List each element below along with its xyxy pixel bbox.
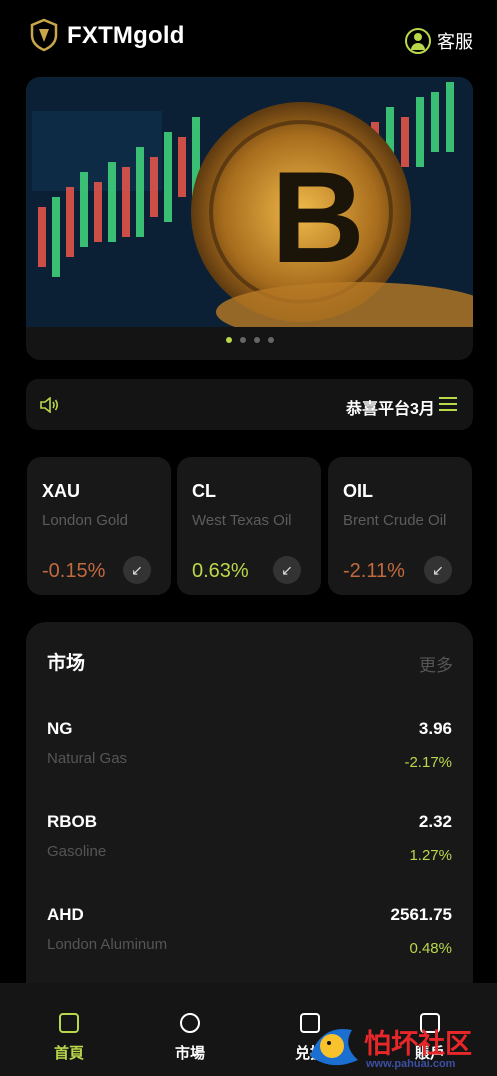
market-name: Natural Gas [47,750,128,767]
home-icon [59,1013,79,1033]
ticker-change: -2.11% [343,560,405,582]
promo-banner[interactable]: B [26,77,473,360]
ticker-card-oil[interactable]: OIL Brent Crude Oil -2.11% ↙ [328,457,472,595]
market-symbol: RBOB [47,812,98,831]
carousel-dot[interactable] [239,337,246,343]
carousel-dot[interactable] [225,337,232,343]
market-price: 2561.75 [390,905,452,924]
chart-icon [180,1013,200,1033]
notice-text: 恭喜平台3月 [346,401,435,418]
market-title: 市场 [47,653,86,674]
market-symbol: AHD [47,905,84,924]
ticker-name: West Texas Oil [192,512,292,529]
market-change: 1.27% [409,847,452,864]
support-label: 客服 [437,32,473,52]
nav-label: 首頁 [53,1045,84,1062]
market-name: London Aluminum [47,936,168,953]
speaker-icon [40,397,59,413]
market-row[interactable]: NG Natural Gas 3.96 -2.17% [47,719,452,799]
market-price: 3.96 [418,719,452,738]
ticker-symbol: OIL [343,481,373,501]
arrow-down-left-icon[interactable]: ↙ [424,556,452,584]
market-panel: 市场 更多 NG Natural Gas 3.96 -2.17% RBOB Ga… [26,622,473,1002]
watermark-url: www.pahuai.com [366,1058,456,1070]
user-circle-icon [405,28,431,54]
market-change: -2.17% [404,754,452,771]
ticker-symbol: XAU [42,481,81,501]
ticker-change: -0.15% [42,560,106,582]
carousel-dot[interactable] [267,337,274,343]
bitcoin-chart-image: B [26,77,473,327]
market-symbol: NG [47,719,73,738]
ticker-name: Brent Crude Oil [343,512,447,529]
nav-market[interactable]: 市場 [150,983,230,1076]
support-button[interactable]: 客服 [405,28,473,54]
nav-label: 市場 [174,1045,205,1062]
notice-bar[interactable]: 恭喜平台3月 [26,379,473,430]
menu-icon[interactable] [439,397,457,413]
nav-home[interactable]: 首頁 [29,983,109,1076]
watermark-logo-icon [310,1029,358,1066]
market-row[interactable]: AHD London Aluminum 2561.75 0.48% [47,905,452,985]
ticker-card-xau[interactable]: XAU London Gold -0.15% ↙ [27,457,171,595]
more-link[interactable]: 更多 [419,651,453,676]
market-price: 2.32 [418,812,452,831]
carousel-dots [26,337,473,343]
carousel-dot[interactable] [253,337,260,343]
watermark-text: 怕坏社区 [364,1029,472,1059]
ticker-name: London Gold [42,512,128,529]
arrow-down-left-icon[interactable]: ↙ [273,556,301,584]
watermark: 怕坏社区 www.pahuai.com [302,1010,492,1076]
market-row[interactable]: RBOB Gasoline 2.32 1.27% [47,812,452,892]
ticker-symbol: CL [192,481,216,501]
market-change: 0.48% [409,940,452,957]
ticker-card-cl[interactable]: CL West Texas Oil 0.63% ↙ [177,457,321,595]
brand-title: FXTMgold [67,22,185,49]
app-header: FXTMgold 客服 [0,0,497,75]
svg-text:B: B [271,144,365,290]
ticker-change: 0.63% [192,560,249,582]
arrow-down-left-icon[interactable]: ↙ [123,556,151,584]
shield-logo-icon [30,18,58,52]
market-name: Gasoline [47,843,107,860]
